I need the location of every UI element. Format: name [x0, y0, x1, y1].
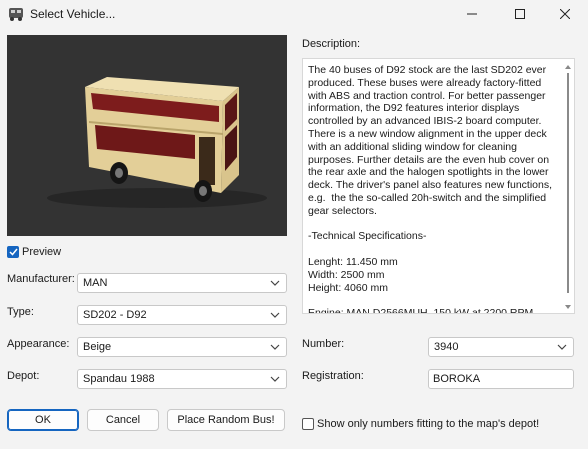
close-button[interactable] — [542, 0, 588, 28]
manufacturer-label: Manufacturer: — [7, 273, 75, 285]
chevron-down-icon — [270, 280, 280, 286]
number-label: Number: — [302, 338, 345, 350]
description-scrollbar[interactable] — [563, 63, 573, 311]
chevron-down-icon — [557, 344, 567, 350]
window-title: Select Vehicle... — [30, 7, 116, 21]
registration-label: Registration: — [302, 370, 364, 382]
number-value: 3940 — [434, 341, 459, 353]
appearance-label: Appearance: — [7, 338, 70, 350]
type-value: SD202 - D92 — [83, 309, 147, 321]
description-box[interactable]: The 40 buses of D92 stock are the last S… — [302, 58, 575, 314]
number-select[interactable]: 3940 — [428, 337, 574, 357]
registration-input[interactable] — [429, 370, 577, 388]
minimize-button[interactable] — [449, 0, 495, 28]
cancel-button[interactable]: Cancel — [87, 409, 159, 431]
chevron-down-icon — [270, 344, 280, 350]
depot-filter-checkbox[interactable] — [302, 418, 314, 430]
bus-app-icon — [8, 6, 24, 22]
chevron-down-icon — [270, 376, 280, 382]
minimize-icon — [467, 13, 477, 15]
maximize-button[interactable] — [497, 0, 543, 28]
registration-field[interactable] — [428, 369, 577, 389]
ok-button[interactable]: OK — [7, 409, 79, 431]
chevron-down-icon — [270, 312, 280, 318]
bus-image — [47, 77, 267, 208]
appearance-value: Beige — [83, 341, 112, 353]
description-text: The 40 buses of D92 stock are the last S… — [308, 64, 553, 314]
maximize-icon — [515, 9, 525, 19]
place-random-bus-button[interactable]: Place Random Bus! — [167, 409, 285, 431]
type-select[interactable]: SD202 - D92 — [77, 305, 287, 325]
description-label: Description: — [302, 38, 361, 50]
appearance-select[interactable]: Beige — [77, 337, 287, 357]
manufacturer-select[interactable]: MAN — [77, 273, 287, 293]
preview-checkbox[interactable] — [7, 246, 19, 258]
depot-filter-label: Show only numbers fitting to the map's d… — [317, 418, 540, 430]
type-label: Type: — [7, 306, 34, 318]
preview-label: Preview — [22, 246, 62, 258]
checkmark-icon — [9, 248, 18, 256]
vehicle-preview[interactable] — [7, 35, 287, 236]
depot-label: Depot: — [7, 370, 40, 382]
depot-value: Spandau 1988 — [83, 373, 155, 385]
close-icon — [560, 9, 570, 19]
depot-select[interactable]: Spandau 1988 — [77, 369, 287, 389]
manufacturer-value: MAN — [83, 277, 108, 289]
